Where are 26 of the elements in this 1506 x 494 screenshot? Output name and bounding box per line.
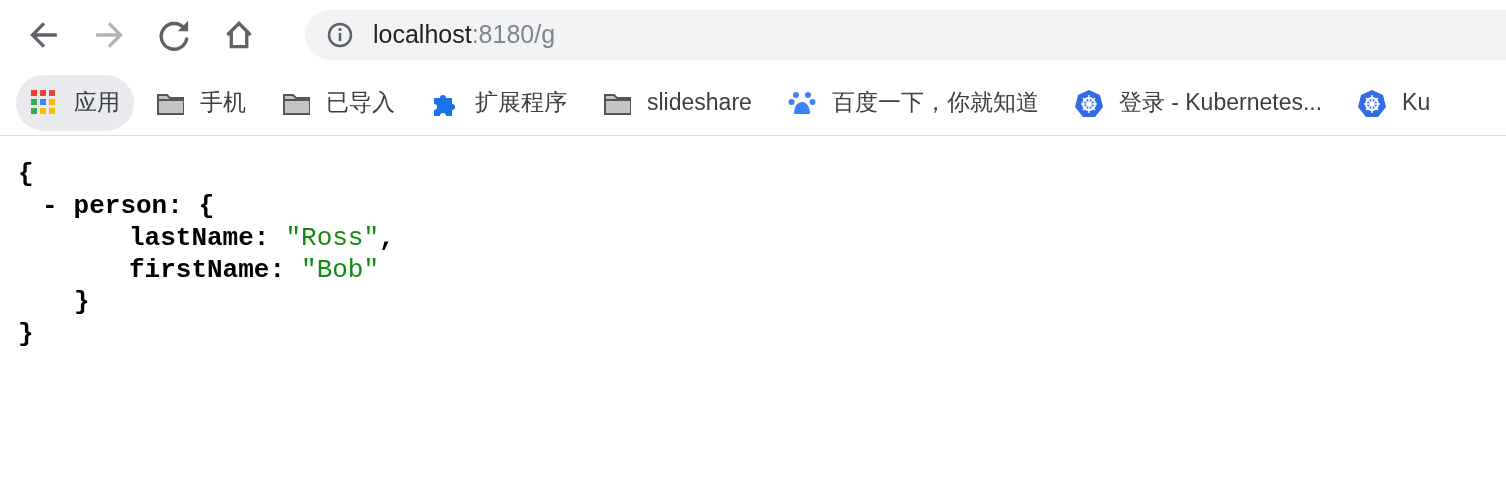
json-key: lastName: [129, 222, 270, 254]
json-key: person: [73, 190, 183, 222]
brace: { [198, 190, 215, 222]
json-key: firstName: [129, 254, 286, 286]
address-bar[interactable]: localhost:8180/g [305, 10, 1506, 60]
bookmark[interactable]: slideshare [589, 74, 766, 131]
bookmark[interactable]: 登录 - Kubernetes... [1060, 74, 1337, 131]
json-string: "Bob" [301, 254, 380, 286]
collapse-toggle[interactable]: - [42, 190, 58, 222]
comma: , [379, 222, 395, 254]
bookmark[interactable]: 百度一下，你就知道 [773, 74, 1053, 131]
info-icon[interactable] [327, 22, 353, 48]
bookmark[interactable]: 已导入 [268, 74, 409, 131]
brace: } [18, 318, 34, 350]
json-string: "Ross" [285, 222, 380, 254]
url-path: :8180/g [471, 19, 556, 51]
bookmark[interactable]: Ku [1344, 74, 1445, 131]
helm-wheel-icon [1074, 88, 1103, 117]
brace: { [18, 158, 34, 190]
helm-wheel-icon [1358, 88, 1387, 117]
bookmark[interactable]: 手机 [142, 74, 260, 131]
apps-grid-icon [30, 88, 58, 117]
bookmark[interactable]: 扩展程序 [417, 74, 581, 131]
url-host: localhost [373, 19, 472, 51]
brace: } [74, 286, 90, 318]
bookmark[interactable]: 应用 [16, 74, 134, 131]
